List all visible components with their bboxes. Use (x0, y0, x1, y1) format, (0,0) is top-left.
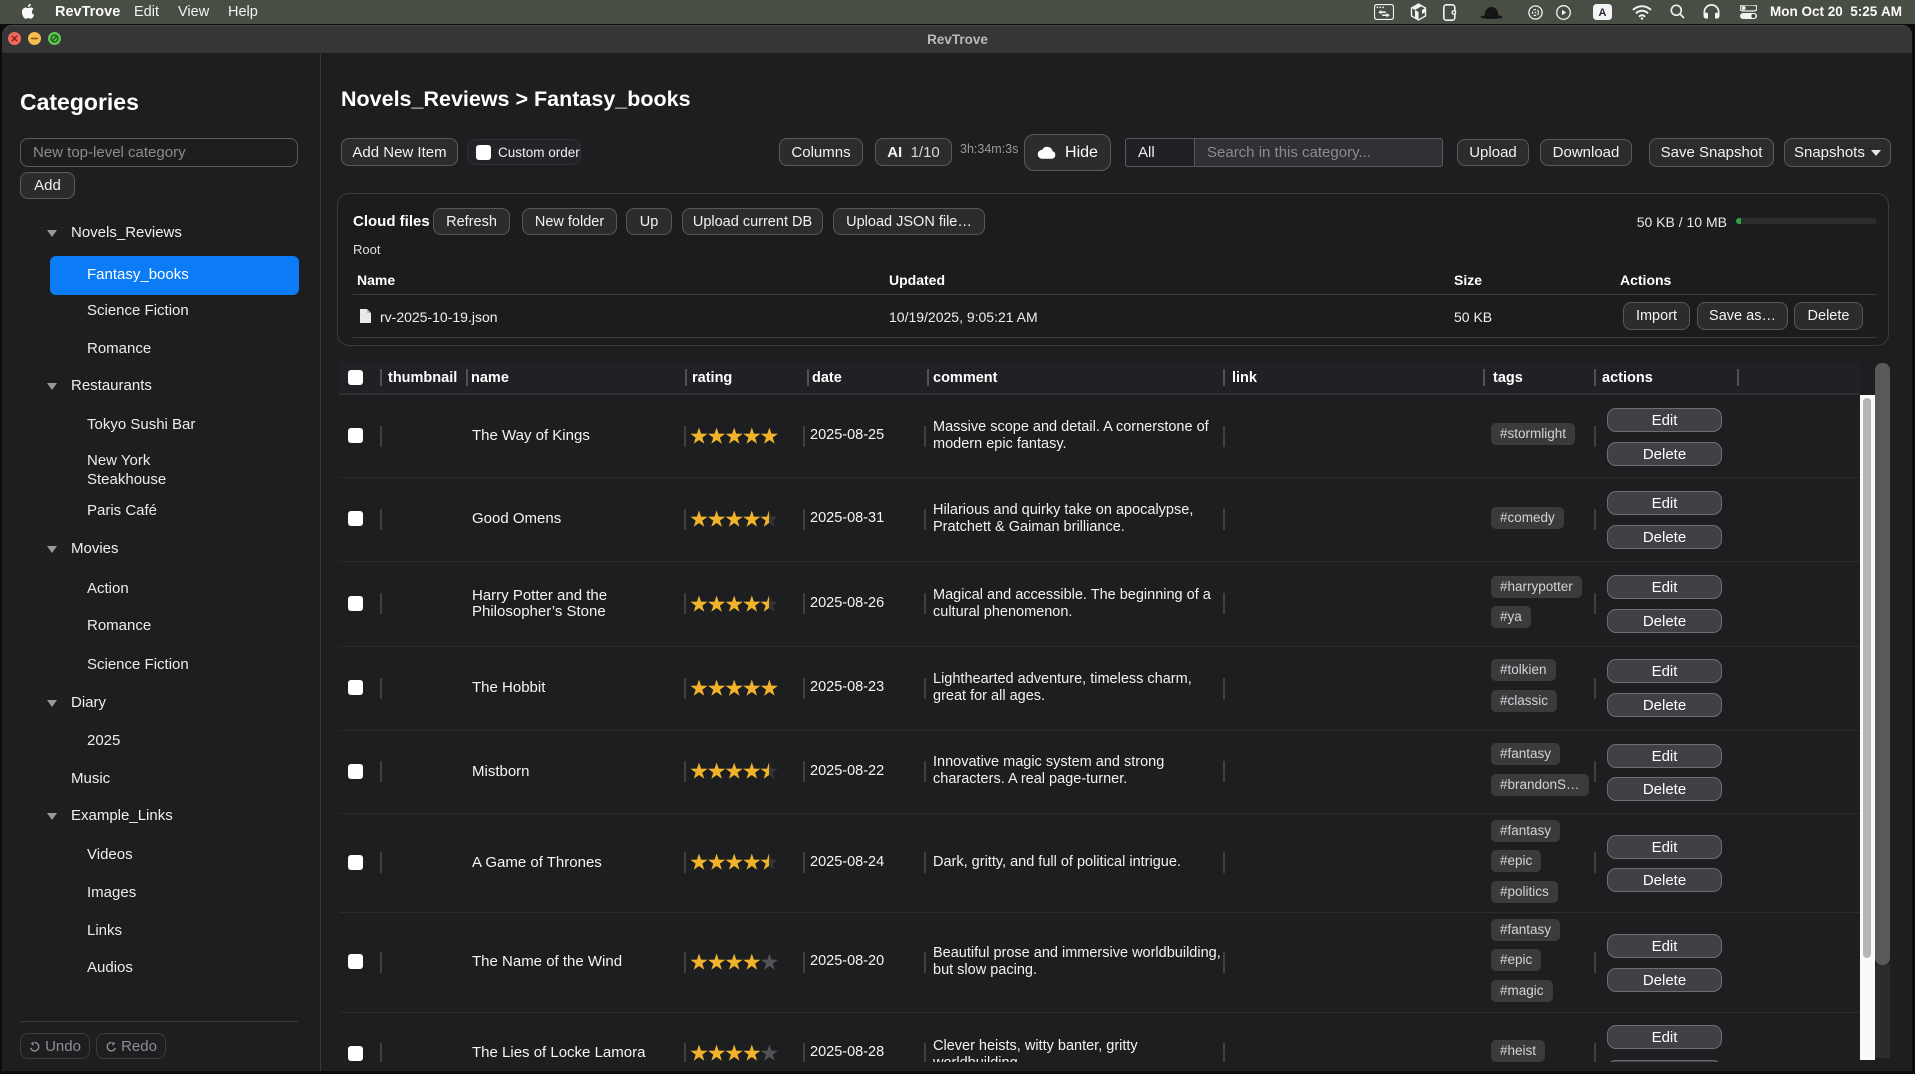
svg-text:A: A (1599, 7, 1607, 19)
